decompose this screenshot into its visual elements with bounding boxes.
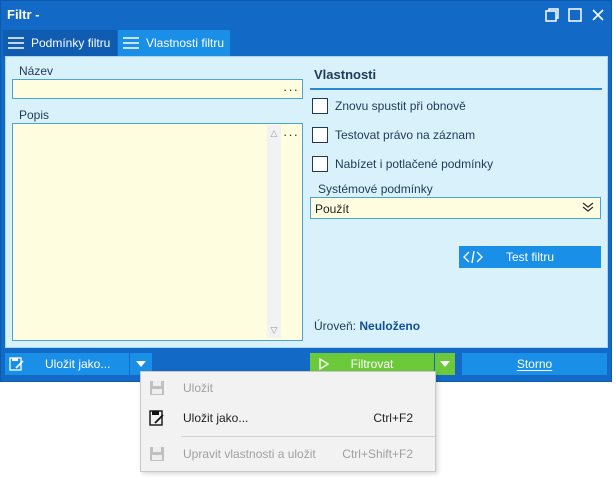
tab-label: Podmínky filtru bbox=[31, 36, 111, 50]
filter-dropdown-button[interactable] bbox=[435, 353, 455, 375]
menu-item-shortcut: Ctrl+Shift+F2 bbox=[342, 447, 413, 461]
test-filter-label: Test filtru bbox=[505, 250, 554, 264]
double-chevron-down-icon bbox=[582, 202, 594, 212]
description-label: Popis bbox=[19, 108, 50, 122]
filter-label: Filtrovat bbox=[350, 357, 394, 371]
level-label: Úroveň: bbox=[314, 319, 357, 333]
filter-window: Filtr - Podmínky filtru Vlastnosti filtr… bbox=[0, 0, 612, 382]
menu-item-label: Upravit vlastnosti a uložit bbox=[183, 447, 316, 461]
restore-icon[interactable] bbox=[544, 7, 560, 23]
save-as-label: Uložit jako... bbox=[45, 357, 111, 371]
scroll-down-icon[interactable]: ▽ bbox=[269, 325, 279, 335]
name-label: Název bbox=[19, 64, 54, 78]
system-conditions-value: Použít bbox=[315, 202, 350, 216]
system-conditions-select[interactable]: Použít bbox=[310, 197, 601, 219]
cancel-button[interactable]: Storno bbox=[462, 353, 607, 375]
hamburger-icon bbox=[8, 37, 24, 49]
level-indicator: Úroveň: Neuloženo bbox=[314, 319, 420, 333]
name-input[interactable]: ··· bbox=[12, 79, 303, 99]
save-icon bbox=[150, 447, 164, 461]
checkbox-offer-suppressed[interactable]: Nabízet i potlačené podmínky bbox=[312, 155, 493, 173]
menu-item-edit-and-save[interactable]: Upravit vlastnosti a uložit Ctrl+Shift+F… bbox=[141, 442, 435, 466]
menu-item-save[interactable]: Uložit bbox=[141, 376, 435, 400]
play-icon bbox=[319, 358, 330, 370]
tab-filter-conditions[interactable]: Podmínky filtru bbox=[3, 30, 117, 56]
save-as-button[interactable]: Uložit jako... bbox=[5, 353, 129, 375]
save-icon bbox=[150, 381, 164, 395]
checkbox-label: Nabízet i potlačené podmínky bbox=[335, 157, 494, 171]
properties-panel: Název ··· Popis △ ▽ ··· Vlastnosti Znovu… bbox=[5, 56, 608, 348]
hamburger-icon bbox=[123, 37, 139, 49]
close-icon[interactable] bbox=[590, 7, 606, 23]
checkbox-box[interactable] bbox=[312, 156, 328, 172]
checkbox-label: Testovat právo na záznam bbox=[335, 128, 476, 142]
description-scrollbar[interactable]: △ ▽ bbox=[267, 125, 281, 338]
checkbox-test-record-right[interactable]: Testovat právo na záznam bbox=[312, 126, 475, 144]
name-ellipsis-button[interactable]: ··· bbox=[283, 83, 299, 96]
menu-separator bbox=[181, 436, 435, 437]
tab-bar: Podmínky filtru Vlastnosti filtru bbox=[1, 30, 611, 56]
maximize-icon[interactable] bbox=[567, 7, 583, 23]
description-textarea[interactable]: △ ▽ ··· bbox=[12, 123, 303, 341]
cancel-label: Storno bbox=[516, 357, 553, 371]
save-edit-icon bbox=[9, 357, 24, 371]
window-title: Filtr - bbox=[7, 7, 40, 22]
properties-heading: Vlastnosti bbox=[314, 67, 377, 82]
checkbox-box[interactable] bbox=[312, 127, 328, 143]
menu-item-save-as[interactable]: Uložit jako... Ctrl+F2 bbox=[141, 406, 435, 430]
scroll-up-icon[interactable]: △ bbox=[269, 128, 279, 138]
caret-down-icon bbox=[440, 361, 450, 367]
level-value: Neuloženo bbox=[359, 319, 421, 333]
menu-item-label: Uložit bbox=[183, 381, 214, 395]
test-filter-button[interactable]: Test filtru bbox=[459, 246, 601, 268]
menu-item-label: Uložit jako... bbox=[183, 411, 249, 425]
title-bar[interactable]: Filtr - bbox=[1, 1, 611, 29]
checkbox-label: Znovu spustit při obnově bbox=[335, 99, 466, 113]
checkbox-rerun-on-refresh[interactable]: Znovu spustit při obnově bbox=[312, 97, 466, 115]
tab-filter-properties[interactable]: Vlastnosti filtru bbox=[118, 30, 230, 56]
code-icon bbox=[463, 250, 483, 264]
menu-item-shortcut: Ctrl+F2 bbox=[373, 411, 413, 425]
tab-label: Vlastnosti filtru bbox=[146, 36, 225, 50]
properties-divider bbox=[310, 88, 602, 90]
description-ellipsis-button[interactable]: ··· bbox=[283, 128, 299, 141]
save-edit-icon bbox=[149, 410, 164, 426]
checkbox-box[interactable] bbox=[312, 98, 328, 114]
system-conditions-label: Systémové podmínky bbox=[318, 182, 433, 196]
save-dropdown-menu: Uložit Uložit jako... Ctrl+F2 Upravit vl… bbox=[140, 371, 436, 472]
caret-down-icon bbox=[136, 361, 146, 367]
